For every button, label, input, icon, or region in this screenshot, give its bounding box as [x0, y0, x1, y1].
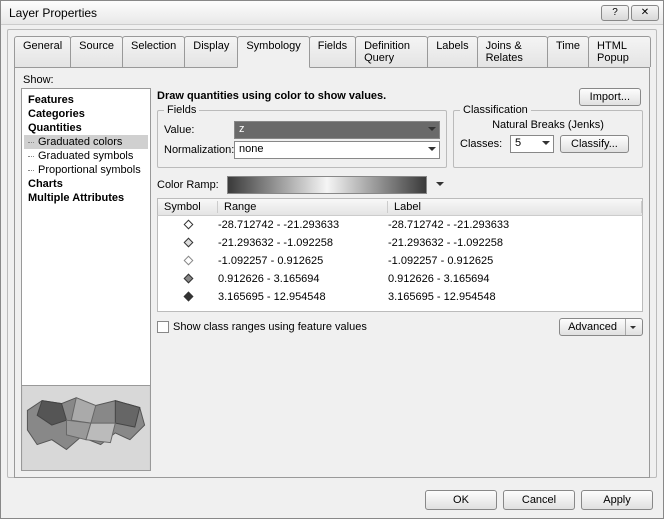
label-cell[interactable]: -21.293632 - -1.092258	[388, 237, 642, 249]
window-title: Layer Properties	[9, 6, 599, 20]
show-ranges-label: Show class ranges using feature values	[173, 321, 367, 333]
fields-group: Fields Value: z Normalization: none	[157, 110, 447, 168]
tab-display[interactable]: Display	[184, 36, 238, 67]
symbol-swatch[interactable]	[158, 237, 218, 249]
fields-legend: Fields	[164, 104, 199, 116]
settings-pane: Draw quantities using color to show valu…	[157, 88, 643, 469]
tree-proportional-symbols[interactable]: Proportional symbols	[24, 163, 148, 177]
tab-source[interactable]: Source	[70, 36, 123, 67]
symbol-swatch[interactable]	[158, 291, 218, 303]
tab-joins-relates[interactable]: Joins & Relates	[477, 36, 548, 67]
tree-quantities[interactable]: Quantities	[24, 121, 148, 135]
tab-selection[interactable]: Selection	[122, 36, 185, 67]
tree-graduated-symbols[interactable]: Graduated symbols	[24, 149, 148, 163]
show-ranges-checkbox[interactable]	[157, 321, 169, 333]
map-preview	[21, 385, 151, 471]
classification-method: Natural Breaks (Jenks)	[460, 119, 636, 131]
pane-heading: Draw quantities using color to show valu…	[157, 90, 643, 102]
show-label: Show:	[23, 74, 643, 86]
normalization-label: Normalization:	[164, 144, 234, 156]
symbol-swatch[interactable]	[158, 273, 218, 285]
range-cell[interactable]: -21.293632 - -1.092258	[218, 237, 388, 249]
advanced-button-label: Advanced	[560, 319, 625, 335]
list-item[interactable]: 3.165695 - 12.954548 3.165695 - 12.95454…	[158, 288, 642, 306]
tree-multiple-attributes[interactable]: Multiple Attributes	[24, 191, 148, 205]
classes-combo[interactable]: 5	[510, 135, 554, 153]
header-label[interactable]: Label	[388, 201, 642, 213]
tab-fields[interactable]: Fields	[309, 36, 356, 67]
classes-label: Classes:	[460, 138, 510, 150]
list-item[interactable]: -21.293632 - -1.092258 -21.293632 - -1.0…	[158, 234, 642, 252]
label-cell[interactable]: -1.092257 - 0.912625	[388, 255, 642, 267]
close-button[interactable]: ✕	[631, 5, 659, 21]
symbol-swatch[interactable]	[158, 255, 218, 267]
tab-html-popup[interactable]: HTML Popup	[588, 36, 651, 67]
label-cell[interactable]: -28.712742 - -21.293633	[388, 219, 642, 231]
help-button[interactable]: ?	[601, 5, 629, 21]
class-list-header: Symbol Range Label	[157, 198, 643, 216]
range-cell[interactable]: 0.912626 - 3.165694	[218, 273, 388, 285]
tab-symbology[interactable]: Symbology	[237, 36, 309, 68]
list-item[interactable]: 0.912626 - 3.165694 0.912626 - 3.165694	[158, 270, 642, 288]
symbology-panel: Show: Features Categories Quantities Gra…	[14, 67, 650, 478]
titlebar: Layer Properties ? ✕	[1, 1, 663, 25]
value-combo[interactable]: z	[234, 121, 440, 139]
tree-charts[interactable]: Charts	[24, 177, 148, 191]
import-button[interactable]: Import...	[579, 88, 641, 106]
chevron-down-icon[interactable]	[625, 319, 642, 335]
layer-properties-dialog: Layer Properties ? ✕ General Source Sele…	[0, 0, 664, 519]
range-cell[interactable]: -28.712742 - -21.293633	[218, 219, 388, 231]
tab-definition-query[interactable]: Definition Query	[355, 36, 428, 67]
apply-button[interactable]: Apply	[581, 490, 653, 510]
tab-strip: General Source Selection Display Symbolo…	[8, 30, 656, 67]
label-cell[interactable]: 0.912626 - 3.165694	[388, 273, 642, 285]
dialog-buttons: OK Cancel Apply	[425, 490, 653, 510]
cancel-button[interactable]: Cancel	[503, 490, 575, 510]
header-symbol[interactable]: Symbol	[158, 201, 218, 213]
normalization-combo-text: none	[239, 143, 263, 155]
class-list[interactable]: -28.712742 - -21.293633 -28.712742 - -21…	[157, 216, 643, 312]
ok-button[interactable]: OK	[425, 490, 497, 510]
header-range[interactable]: Range	[218, 201, 388, 213]
tree-categories[interactable]: Categories	[24, 107, 148, 121]
classification-group: Classification Natural Breaks (Jenks) Cl…	[453, 110, 643, 168]
tab-time[interactable]: Time	[547, 36, 589, 67]
normalization-combo[interactable]: none	[234, 141, 440, 159]
list-item[interactable]: -28.712742 - -21.293633 -28.712742 - -21…	[158, 216, 642, 234]
classes-combo-text: 5	[515, 137, 521, 149]
tab-general[interactable]: General	[14, 36, 71, 67]
dialog-content: General Source Selection Display Symbolo…	[7, 29, 657, 478]
range-cell[interactable]: -1.092257 - 0.912625	[218, 255, 388, 267]
classify-button[interactable]: Classify...	[560, 135, 629, 153]
tree-graduated-colors[interactable]: Graduated colors	[24, 135, 148, 149]
range-cell[interactable]: 3.165695 - 12.954548	[218, 291, 388, 303]
list-item[interactable]: -1.092257 - 0.912625 -1.092257 - 0.91262…	[158, 252, 642, 270]
classification-legend: Classification	[460, 104, 531, 116]
value-combo-text: z	[239, 123, 245, 135]
color-ramp-combo[interactable]	[227, 176, 427, 194]
tree-features[interactable]: Features	[24, 93, 148, 107]
label-cell[interactable]: 3.165695 - 12.954548	[388, 291, 642, 303]
symbol-swatch[interactable]	[158, 219, 218, 231]
tab-labels[interactable]: Labels	[427, 36, 477, 67]
value-label: Value:	[164, 124, 234, 136]
advanced-button[interactable]: Advanced	[559, 318, 643, 336]
color-ramp-label: Color Ramp:	[157, 179, 227, 191]
